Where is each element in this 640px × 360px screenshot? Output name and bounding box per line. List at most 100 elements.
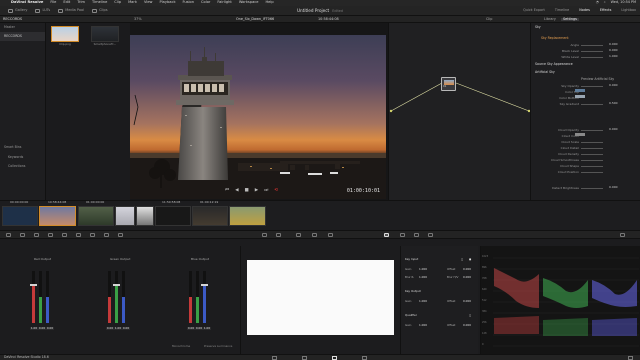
wifi-icon[interactable]: ◔ <box>596 0 599 4</box>
media-page-icon[interactable] <box>272 356 277 360</box>
value-field[interactable]: 0.00 <box>38 327 46 330</box>
color-node[interactable]: 01 <box>441 77 456 91</box>
menu-help[interactable]: Help <box>265 1 273 5</box>
qualifier-icon[interactable] <box>90 233 95 237</box>
color-swatch[interactable] <box>575 95 585 98</box>
node-editor[interactable]: 01 <box>388 23 531 200</box>
fader-blue[interactable] <box>46 271 49 323</box>
key-icon[interactable] <box>296 233 301 237</box>
menu-clip[interactable]: Clip <box>114 1 121 5</box>
value-field[interactable]: 0.00 <box>106 327 114 330</box>
timeline-clip[interactable] <box>39 206 76 226</box>
3d-icon[interactable] <box>328 233 333 237</box>
stop-icon[interactable]: ■ <box>245 188 249 194</box>
inspector-group[interactable]: Source Sky Appearance <box>535 62 573 66</box>
hdr-icon[interactable] <box>34 233 39 237</box>
menu-trim[interactable]: Trim <box>77 1 85 5</box>
timeline-clip[interactable] <box>136 206 154 226</box>
edit-page-icon[interactable] <box>302 356 307 360</box>
fader-blue[interactable] <box>203 271 206 323</box>
play-icon[interactable]: ▶ <box>255 188 258 194</box>
tracker-icon[interactable] <box>118 233 123 237</box>
timeline-clip[interactable] <box>2 206 38 226</box>
node-mode-select[interactable]: Clip <box>486 17 492 21</box>
scope-icon[interactable] <box>428 233 433 237</box>
tab-settings[interactable]: Settings <box>561 17 579 21</box>
smart-bin-collections[interactable]: Collections <box>0 162 45 171</box>
inspector-group[interactable]: Artificial Sky <box>535 70 555 74</box>
fairlight-page-icon[interactable] <box>362 356 367 360</box>
param-row[interactable]: White Level 1.000 <box>531 54 640 60</box>
loop-icon[interactable]: ⟲ <box>274 188 278 194</box>
color-swatch[interactable] <box>575 89 585 92</box>
bin-label[interactable]: RECCORDS <box>3 17 22 21</box>
menu-edit[interactable]: Edit <box>63 1 70 5</box>
clip-thumbnail[interactable] <box>91 26 119 42</box>
media-pool-button[interactable]: Media Pool <box>58 8 84 13</box>
timeline-clip[interactable] <box>78 206 114 226</box>
fader-red[interactable] <box>32 271 35 323</box>
inspector-sub[interactable]: Preview Artificial Sky <box>581 77 614 81</box>
fader-green[interactable] <box>115 271 118 323</box>
timeline-clip[interactable] <box>229 206 266 226</box>
value-field[interactable]: 1.00 <box>114 327 122 330</box>
preserve-luminance-checkbox[interactable]: Preserve Luminance <box>204 345 232 348</box>
timeline-clip[interactable] <box>192 206 228 226</box>
fader-handle[interactable] <box>113 284 120 286</box>
timeline-clip[interactable] <box>155 206 191 226</box>
inspector-header[interactable]: Sky Replacement <box>541 36 569 40</box>
smart-bin-keywords[interactable]: Keywords <box>0 153 45 162</box>
monochrome-checkbox[interactable]: Monochrome <box>172 345 190 348</box>
blur-icon[interactable] <box>276 233 281 237</box>
fader-green[interactable] <box>39 271 42 323</box>
fader-red[interactable] <box>108 271 111 323</box>
nodes-button[interactable]: Nodes <box>579 8 590 12</box>
param-row[interactable]: Detect Brightness 0.000 <box>531 185 640 191</box>
color-warper-icon[interactable] <box>76 233 81 237</box>
sizing-icon[interactable] <box>312 233 317 237</box>
bin-reccords[interactable]: RECCORDS <box>0 32 45 42</box>
menu-playback[interactable]: Playback <box>159 1 175 5</box>
zoom-level[interactable]: 37% <box>134 17 142 21</box>
clip-thumbnail[interactable] <box>51 26 79 42</box>
clips-button[interactable]: Clips <box>92 8 108 13</box>
menu-file[interactable]: File <box>50 1 56 5</box>
stereo-icon[interactable] <box>414 233 419 237</box>
value-field[interactable]: 1.00 <box>30 327 38 330</box>
gallery-button[interactable]: Gallery <box>8 8 27 13</box>
tab-library[interactable]: Library <box>544 17 556 21</box>
fader-green[interactable] <box>196 271 199 323</box>
curves-icon[interactable] <box>62 233 67 237</box>
value-field[interactable]: 1.00 <box>203 327 211 330</box>
menu-view[interactable]: View <box>144 1 153 5</box>
param-row[interactable]: Cloud Position <box>531 169 640 175</box>
fader-red[interactable] <box>189 271 192 323</box>
fader-handle[interactable] <box>30 284 37 286</box>
skip-forward-icon[interactable]: ⏭ <box>264 188 268 194</box>
menu-fairlight[interactable]: Fairlight <box>217 1 231 5</box>
viewer-frame[interactable] <box>130 35 386 199</box>
value-field[interactable]: 0.00 <box>195 327 203 330</box>
app-menu[interactable]: DaVinci Resolve <box>11 1 43 5</box>
reverse-icon[interactable]: ◀ <box>235 188 238 194</box>
menu-color[interactable]: Color <box>201 1 210 5</box>
color-swatch[interactable] <box>575 133 585 136</box>
window-icon[interactable] <box>104 233 109 237</box>
timeline-button[interactable]: Timeline <box>555 8 569 12</box>
menu-mark[interactable]: Mark <box>128 1 137 5</box>
bin-master[interactable]: Master <box>0 23 45 32</box>
skip-back-icon[interactable]: ⏮ <box>225 188 229 194</box>
color-wheels-icon[interactable] <box>6 233 11 237</box>
color-page-icon[interactable] <box>332 356 337 360</box>
settings-icon[interactable] <box>628 356 633 360</box>
expand-icon[interactable] <box>620 233 625 237</box>
value-field[interactable]: 0.00 <box>46 327 54 330</box>
lightbox-button[interactable]: Lightbox <box>621 8 636 12</box>
quick-export-button[interactable]: Quick Export <box>523 8 545 12</box>
timeline-clip[interactable] <box>115 206 135 226</box>
raw-icon[interactable] <box>400 233 405 237</box>
search-icon[interactable]: ⌕ <box>604 0 606 4</box>
key-palette-icon[interactable] <box>384 233 389 237</box>
inspector-group[interactable]: Sky <box>535 25 541 29</box>
magic-mask-icon[interactable] <box>262 233 267 237</box>
